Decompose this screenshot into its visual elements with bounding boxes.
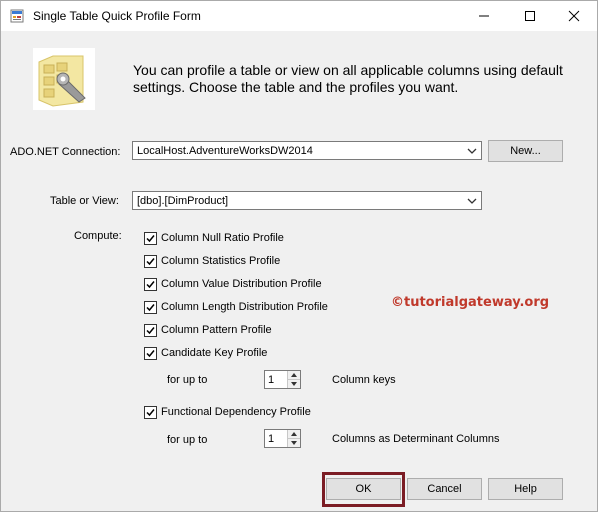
- candidate-key-unit-label: Column keys: [332, 374, 396, 386]
- checkmark-icon: [146, 280, 155, 288]
- profile-checkbox[interactable]: [144, 300, 157, 314]
- wrench-table-icon: [33, 48, 95, 110]
- profile-checkbox[interactable]: [144, 346, 157, 360]
- checkmark-icon: [146, 326, 155, 334]
- determinant-columns-value: 1: [268, 433, 275, 445]
- maximize-icon: [525, 11, 535, 21]
- minimize-button[interactable]: [461, 1, 507, 31]
- stepper-down-icon[interactable]: [288, 439, 300, 447]
- watermark-text: ©tutorialgateway.org: [391, 295, 550, 310]
- profile-checkbox-label: Candidate Key Profile: [161, 347, 268, 359]
- stepper-up-icon[interactable]: [288, 430, 300, 439]
- profile-checkbox[interactable]: [144, 231, 157, 245]
- table-combobox[interactable]: [dbo].[DimProduct]: [132, 191, 482, 210]
- checkmark-icon: [146, 408, 155, 416]
- profile-checkbox-row[interactable]: Column Value Distribution Profile: [144, 276, 322, 292]
- connection-combobox[interactable]: LocalHost.AdventureWorksDW2014: [132, 141, 482, 160]
- profile-checkbox-row[interactable]: Column Pattern Profile: [144, 322, 272, 338]
- checkmark-icon: [146, 257, 155, 265]
- profile-checkbox-label: Column Statistics Profile: [161, 255, 281, 267]
- new-connection-button[interactable]: New...: [488, 140, 563, 162]
- form-app-icon: [10, 9, 24, 23]
- stepper-down-icon[interactable]: [288, 380, 300, 388]
- profile-checkbox-label: Column Length Distribution Profile: [161, 301, 328, 313]
- functional-dependency-checkbox[interactable]: [144, 405, 157, 419]
- close-icon: [568, 10, 580, 22]
- cancel-button[interactable]: Cancel: [407, 478, 482, 500]
- functional-dependency-label: Functional Dependency Profile: [161, 406, 311, 418]
- profile-checkbox[interactable]: [144, 277, 157, 291]
- determinant-columns-unit-label: Columns as Determinant Columns: [332, 433, 500, 445]
- checkmark-icon: [146, 234, 155, 242]
- checkmark-icon: [146, 349, 155, 357]
- checkmark-icon: [146, 303, 155, 311]
- stepper-buttons: [287, 430, 300, 447]
- profile-checkbox-row[interactable]: Candidate Key Profile: [144, 345, 267, 361]
- candidate-key-for-up-to-label: for up to: [167, 374, 208, 386]
- candidate-key-columns-value: 1: [268, 374, 275, 386]
- help-button[interactable]: Help: [488, 478, 563, 500]
- functional-dependency-checkbox-row[interactable]: Functional Dependency Profile: [144, 404, 311, 420]
- profile-checkbox-label: Column Pattern Profile: [161, 324, 272, 336]
- profile-checkbox[interactable]: [144, 323, 157, 337]
- chevron-down-icon: [467, 148, 477, 154]
- profile-checkbox-row[interactable]: Column Null Ratio Profile: [144, 230, 284, 246]
- window-title: Single Table Quick Profile Form: [33, 9, 201, 23]
- compute-label: Compute:: [74, 230, 122, 242]
- table-value: [dbo].[DimProduct]: [137, 195, 229, 207]
- table-label: Table or View:: [50, 195, 119, 207]
- fd-for-up-to-label: for up to: [167, 434, 208, 446]
- ok-button[interactable]: OK: [326, 478, 401, 500]
- connection-value: LocalHost.AdventureWorksDW2014: [137, 145, 313, 157]
- maximize-button[interactable]: [507, 1, 553, 31]
- profile-checkbox-label: Column Value Distribution Profile: [161, 278, 322, 290]
- determinant-columns-stepper[interactable]: 1: [264, 429, 301, 448]
- profile-checkbox-row[interactable]: Column Length Distribution Profile: [144, 299, 328, 315]
- chevron-down-icon: [467, 198, 477, 204]
- profile-checkbox-row[interactable]: Column Statistics Profile: [144, 253, 280, 269]
- stepper-buttons: [287, 371, 300, 388]
- close-button[interactable]: [551, 1, 597, 31]
- header-description: You can profile a table or view on all a…: [133, 62, 563, 95]
- profile-checkbox[interactable]: [144, 254, 157, 268]
- profile-form-window: Single Table Quick Profile Form You can …: [0, 0, 598, 512]
- profile-checkbox-label: Column Null Ratio Profile: [161, 232, 284, 244]
- stepper-up-icon[interactable]: [288, 371, 300, 380]
- title-bar: Single Table Quick Profile Form: [1, 1, 597, 31]
- connection-label: ADO.NET Connection:: [10, 146, 121, 158]
- minimize-icon: [479, 15, 489, 17]
- candidate-key-columns-stepper[interactable]: 1: [264, 370, 301, 389]
